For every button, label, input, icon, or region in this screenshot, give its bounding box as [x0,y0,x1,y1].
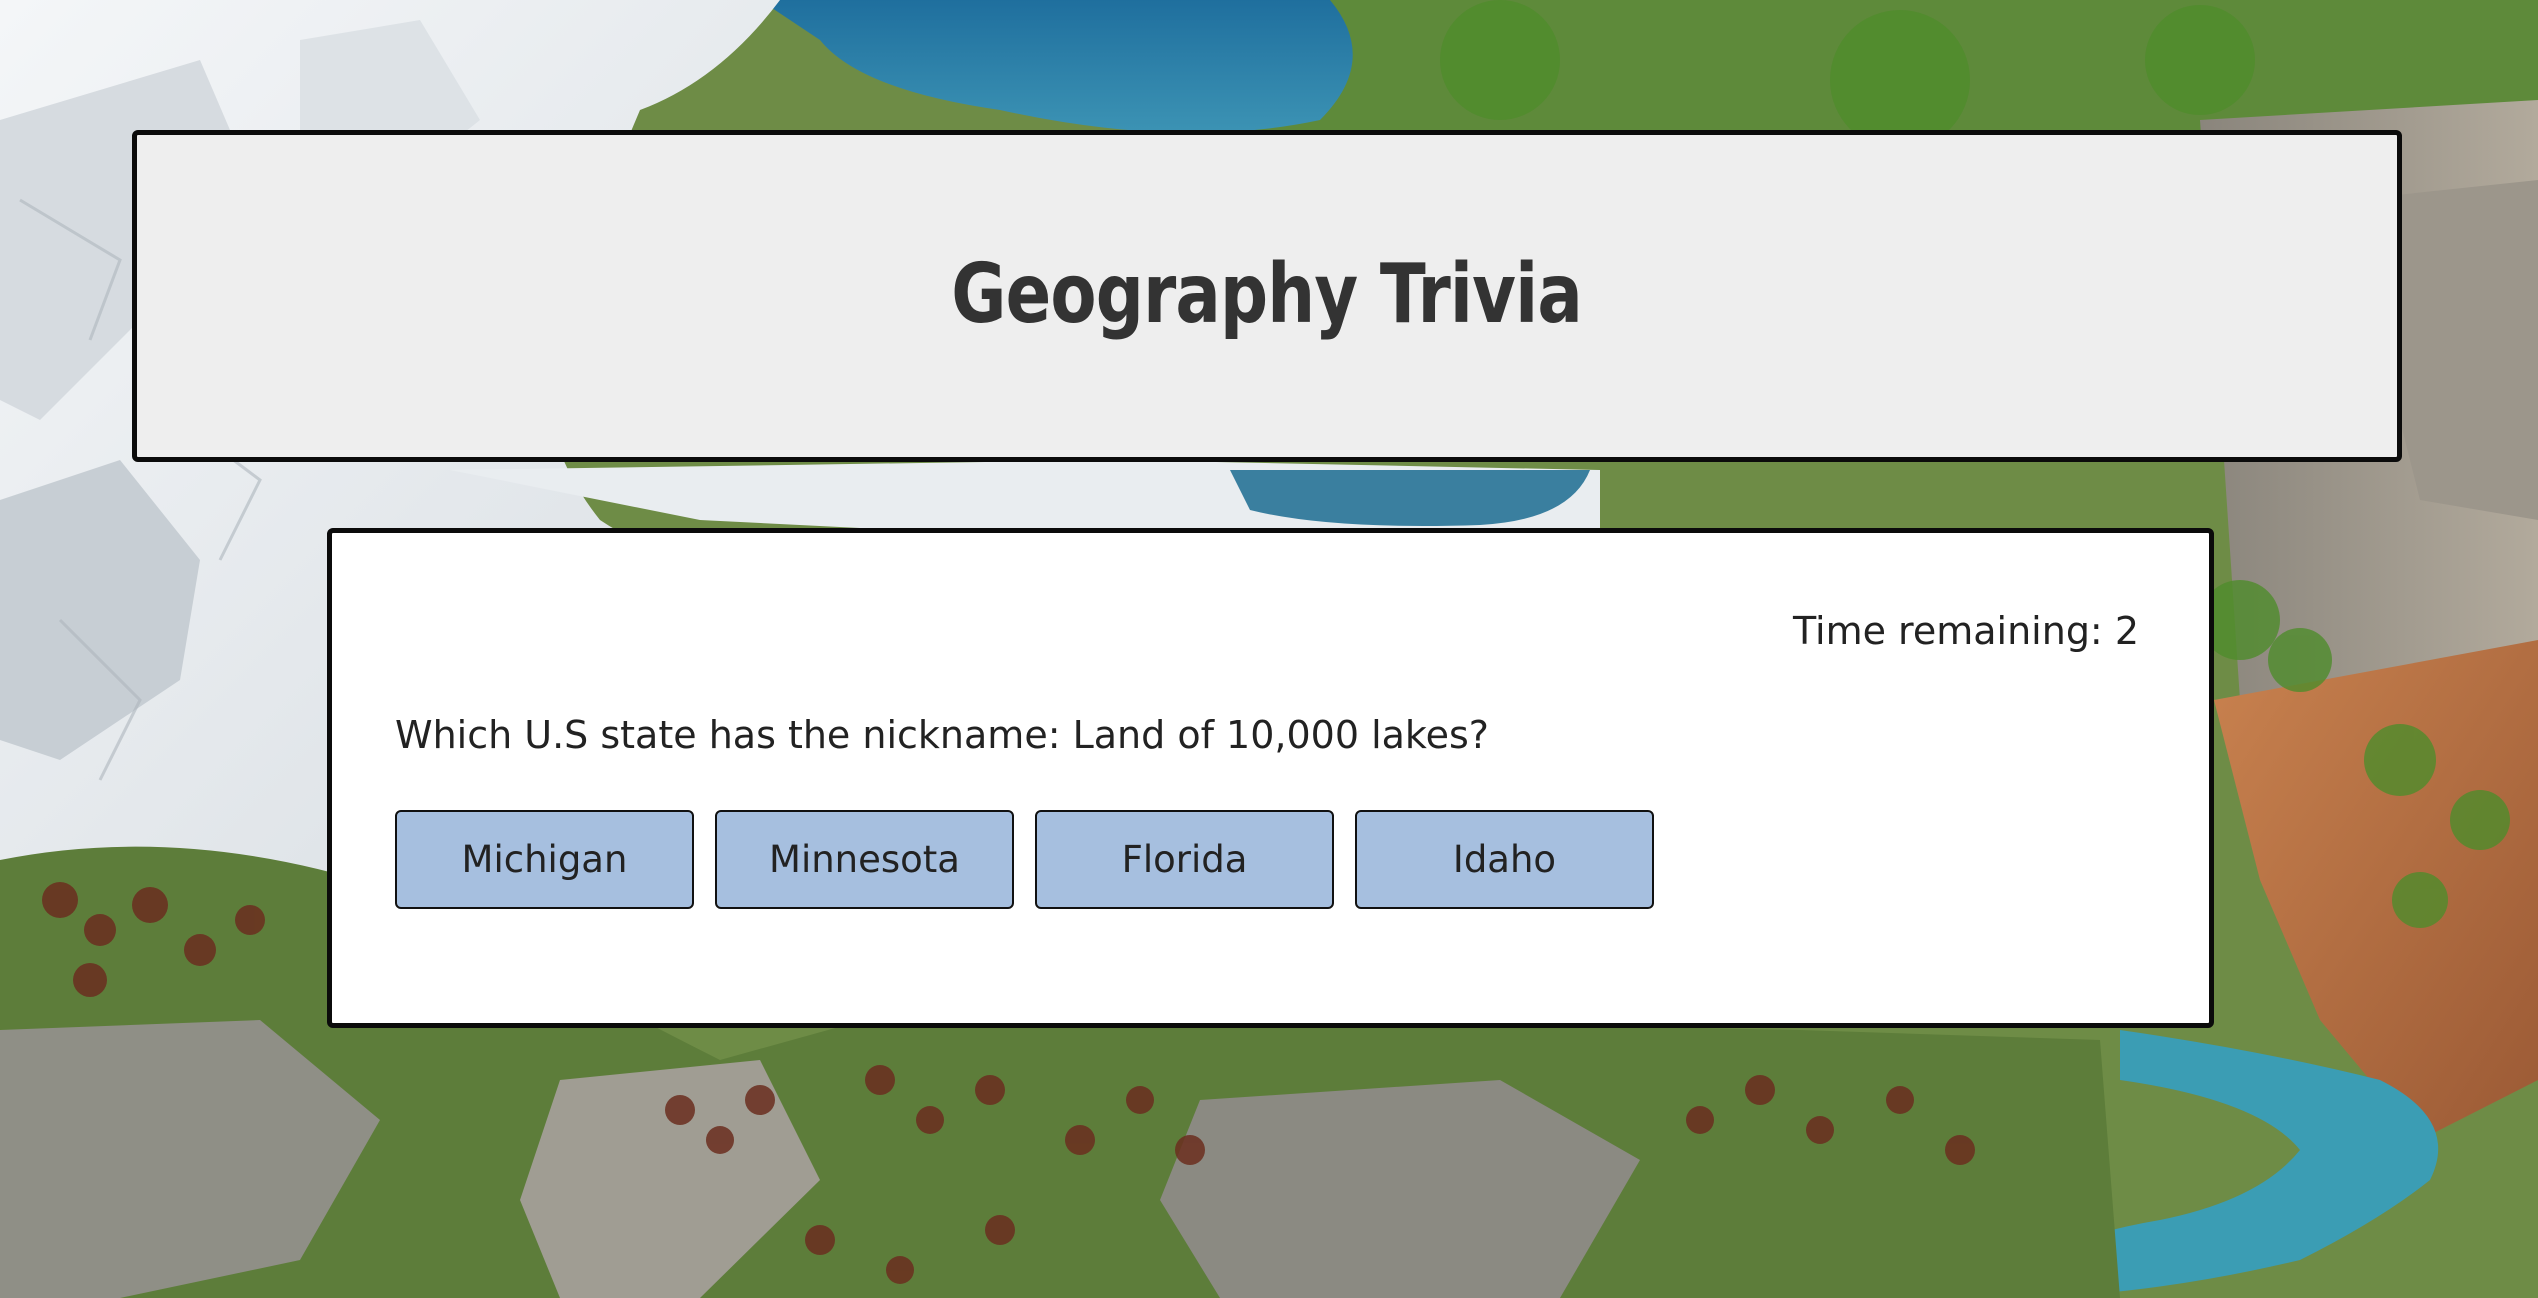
answer-button-idaho[interactable]: Idaho [1355,810,1654,909]
answer-button-minnesota[interactable]: Minnesota [715,810,1014,909]
header-card: Geography Trivia [132,130,2402,462]
answer-button-michigan[interactable]: Michigan [395,810,694,909]
quiz-card: Time remaining: 2 Which U.S state has th… [327,528,2214,1028]
page-title: Geography Trivia [951,246,1584,342]
answer-button-florida[interactable]: Florida [1035,810,1334,909]
time-remaining-label: Time remaining: 2 [1792,609,2139,653]
question-text: Which U.S state has the nickname: Land o… [395,713,1489,757]
answer-options: Michigan Minnesota Florida Idaho [395,810,1654,909]
